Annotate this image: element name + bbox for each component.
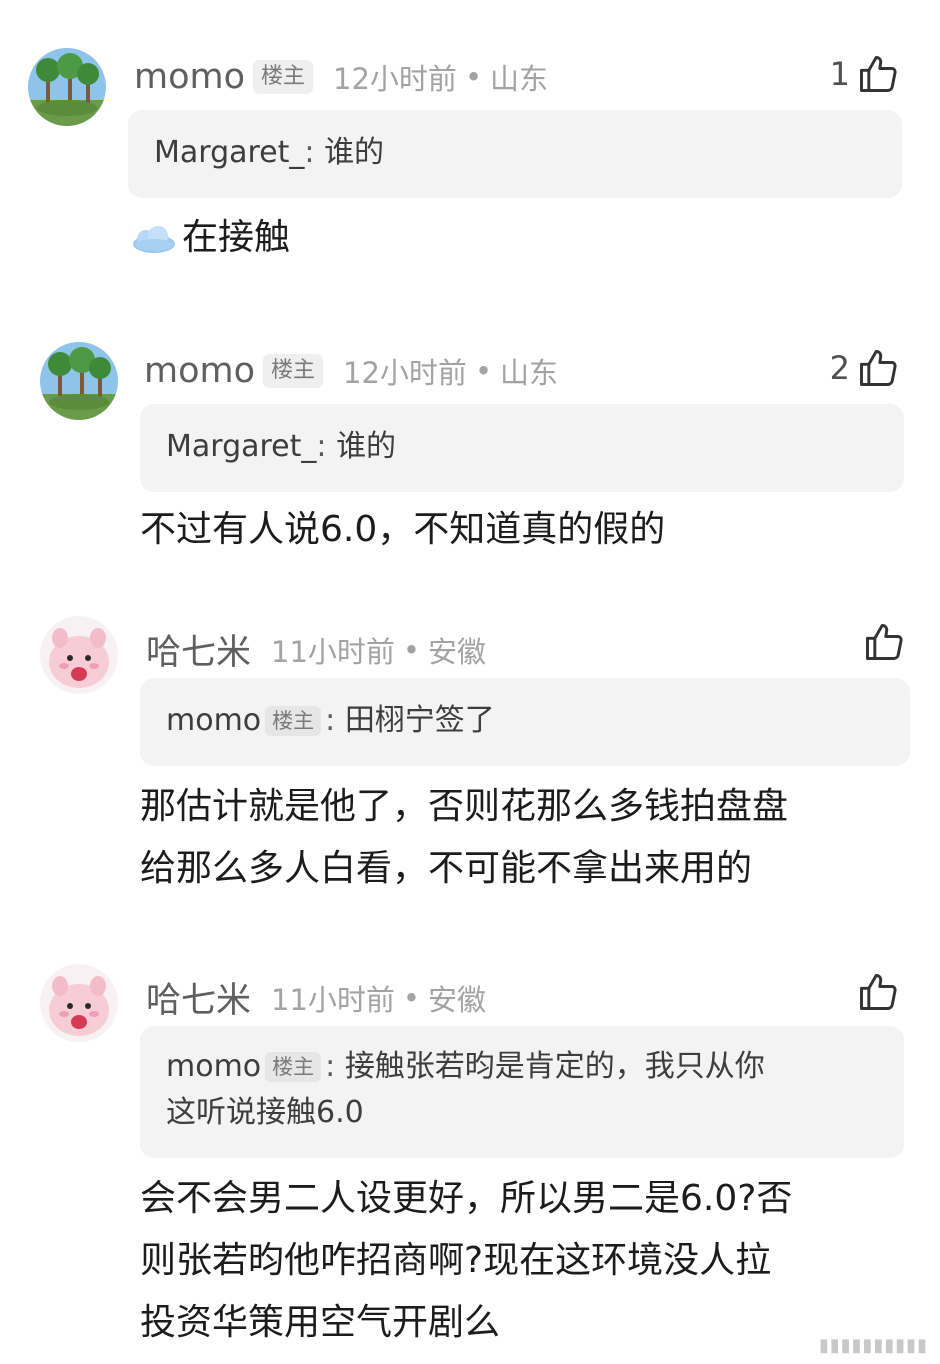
pink-plush-avatar-image [40, 964, 118, 1042]
avatar[interactable] [40, 616, 118, 694]
author-name[interactable]: momo [144, 351, 255, 391]
like-button[interactable] [850, 970, 900, 1014]
meta-separator: • [464, 60, 483, 94]
quoted-reply[interactable]: momo 楼主: 接触张若昀是肯定的，我只从你 这听说接触6.0 [140, 1026, 904, 1158]
quoted-reply[interactable]: momo 楼主: 田栩宁签了 [140, 678, 910, 766]
comment-location: 山东 [490, 62, 549, 96]
thumbs-up-icon [860, 56, 897, 92]
comment-item: 哈七米 11小时前 • 安徽 momo 楼主: 田栩宁签了 那估计就是他了，否则花… [0, 590, 940, 940]
quoted-author[interactable]: momo [166, 1049, 261, 1084]
like-count: 1 [829, 55, 850, 93]
meta-separator: • [402, 980, 421, 1015]
comment-body-line: 则张若昀他咋招商啊?现在这环境没人拉 [140, 1240, 772, 1281]
like-button[interactable] [856, 620, 906, 664]
quoted-text-line: 接触张若昀是肯定的，我只从你 [344, 1049, 765, 1084]
cloud-emoji-icon [133, 226, 175, 253]
author-name[interactable]: 哈七米 [146, 624, 251, 675]
quoted-text: 田栩宁签了 [344, 703, 495, 738]
pink-plush-avatar-image [40, 616, 118, 694]
avatar[interactable] [40, 964, 118, 1042]
avatar[interactable] [28, 48, 106, 126]
comment-body-line: 那估计就是他了，否则花那么多钱拍盘盘 [140, 786, 789, 827]
author-name[interactable]: 哈七米 [146, 972, 251, 1023]
quoted-reply[interactable]: Margaret_: 谁的 [128, 110, 902, 198]
comment-body: 不过有人说6.0，不知道真的假的 [140, 500, 665, 560]
comment-time: 12小时前 [333, 62, 457, 96]
like-button[interactable]: 2 [830, 346, 900, 390]
comment-location: 安徽 [428, 982, 487, 1017]
quote-separator: : [316, 429, 327, 464]
quoted-text: 谁的 [324, 135, 385, 170]
comment-time: 11小时前 [271, 982, 395, 1017]
comment-meta: 哈七米 11小时前 • 安徽 [146, 624, 486, 675]
comment-item: momo 楼主 12小时前 • 山东 2 Margaret_: 谁的 不过有人说… [0, 300, 940, 590]
quote-separator: : [325, 1049, 336, 1084]
comment-meta: 哈七米 11小时前 • 安徽 [146, 972, 486, 1023]
op-badge: 楼主 [265, 1051, 322, 1082]
palm-trees-avatar-image [28, 48, 106, 126]
comment-time: 12小时前 [343, 356, 467, 390]
quoted-text-line: 这听说接触6.0 [166, 1095, 364, 1130]
quoted-author[interactable]: Margaret_ [166, 429, 316, 464]
op-badge: 楼主 [263, 353, 324, 389]
thumbs-up-icon [866, 624, 903, 660]
op-badge: 楼主 [253, 59, 314, 95]
comment-location: 安徽 [428, 634, 487, 669]
comment-body-text: 不过有人说6.0，不知道真的假的 [140, 509, 666, 550]
author-name[interactable]: momo [134, 57, 245, 97]
quoted-author[interactable]: Margaret_ [154, 135, 304, 170]
avatar[interactable] [40, 342, 118, 420]
like-button[interactable]: 1 [830, 52, 900, 96]
comment-location: 山东 [500, 356, 559, 390]
comment-body-line: 给那么多人白看，不可能不拿出来用的 [140, 848, 753, 889]
comment-time: 11小时前 [271, 634, 395, 669]
comment-item: momo 楼主 12小时前 • 山东 1 Margaret_: 谁的 在接触 [0, 0, 940, 300]
quoted-reply[interactable]: Margaret_: 谁的 [140, 404, 904, 492]
comment-body: 那估计就是他了，否则花那么多钱拍盘盘 给那么多人白看，不可能不拿出来用的 [140, 776, 788, 900]
quoted-author[interactable]: momo [166, 703, 261, 738]
comment-body: 会不会男二人设更好，所以男二是6.0?否 则张若昀他咋招商啊?现在这环境没人拉 … [140, 1168, 792, 1354]
meta-separator: • [474, 354, 493, 388]
comment-body-line: 会不会男二人设更好，所以男二是6.0?否 [140, 1178, 793, 1219]
thumbs-up-icon [860, 350, 897, 386]
comment-meta: momo 楼主 12小时前 • 山东 [134, 56, 548, 98]
quote-separator: : [325, 703, 336, 738]
thumbs-up-icon [860, 974, 897, 1010]
op-badge: 楼主 [265, 705, 322, 736]
palm-trees-avatar-image [40, 342, 118, 420]
comment-body: 在接触 [130, 208, 290, 268]
quote-separator: : [304, 135, 315, 170]
like-count: 2 [829, 349, 850, 387]
comment-meta: momo 楼主 12小时前 • 山东 [144, 350, 558, 392]
comment-item: 哈七米 11小时前 • 安徽 momo 楼主: 接触张若昀是肯定的，我只从你 这听… [0, 940, 940, 1364]
quoted-text: 谁的 [336, 429, 397, 464]
watermark: ▮▮▮▮▮▮▮▮▮▮ [818, 1335, 928, 1356]
comment-body-text: 在接触 [182, 217, 291, 258]
comment-body-line: 投资华策用空气开剧么 [140, 1302, 501, 1343]
meta-separator: • [402, 632, 421, 667]
